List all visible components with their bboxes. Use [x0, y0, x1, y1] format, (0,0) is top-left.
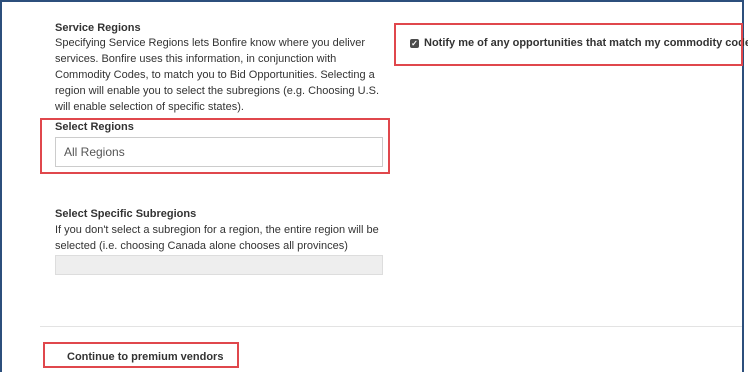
service-regions-help-line: Commodity Codes, to match you to Bid Opp… — [55, 69, 375, 81]
service-regions-section: Service Regions Specifying Service Regio… — [55, 21, 385, 115]
notify-label: Notify me of any opportunities that matc… — [424, 37, 748, 49]
select-subregions-input[interactable] — [55, 255, 383, 275]
checkbox-checked-icon[interactable]: ✓ — [410, 38, 419, 48]
service-regions-help-line: will enable selection of specific states… — [55, 101, 244, 113]
continue-premium-vendors-button[interactable]: Continue to premium vendors — [67, 351, 223, 363]
select-subregions-label: Select Specific Subregions — [55, 208, 197, 220]
select-subregions-help-line: If you don't select a subregion for a re… — [55, 224, 379, 236]
select-regions-label: Select Regions — [55, 121, 134, 133]
select-subregions-help: If you don't select a subregion for a re… — [55, 222, 390, 254]
service-regions-title: Service Regions — [55, 22, 141, 34]
service-regions-help-line: region will enable you to select the sub… — [55, 85, 380, 97]
select-subregions-help-line: selected (i.e. choosing Canada alone cho… — [55, 240, 348, 252]
service-regions-help-line: services. Bonfire uses this information,… — [55, 53, 337, 65]
notify-checkbox-row[interactable]: ✓ Notify me of any opportunities that ma… — [410, 37, 748, 49]
section-divider — [40, 326, 742, 327]
service-regions-help-line: Specifying Service Regions lets Bonfire … — [55, 37, 365, 49]
select-regions-dropdown[interactable]: All Regions — [55, 137, 383, 167]
